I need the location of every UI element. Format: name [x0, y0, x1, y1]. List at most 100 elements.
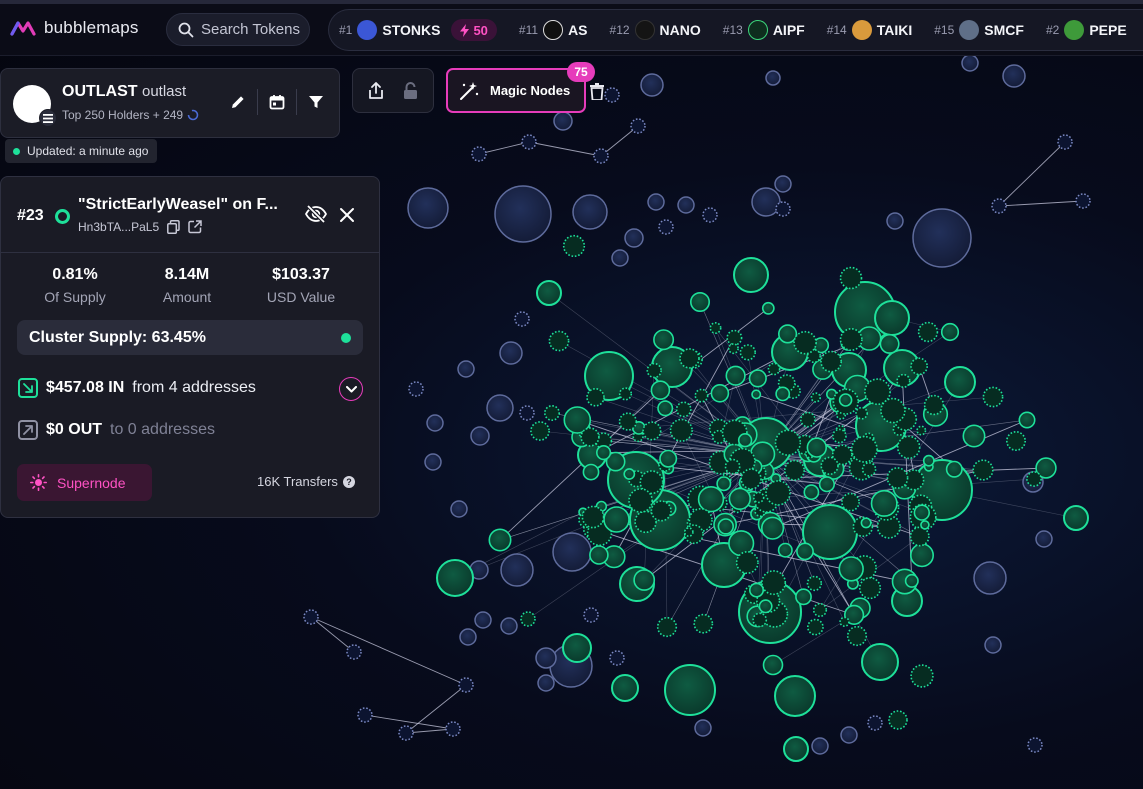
holder-bubble-cluster[interactable]: [760, 516, 785, 540]
calendar-button[interactable]: [264, 89, 290, 115]
holder-bubble-cluster[interactable]: [664, 664, 716, 716]
holder-bubble-cluster[interactable]: [748, 582, 764, 598]
holder-bubble-cluster[interactable]: [758, 599, 773, 614]
holder-bubble-cluster[interactable]: [806, 575, 823, 592]
holder-bubble-cluster[interactable]: [725, 365, 746, 386]
ticker-item-smcf[interactable]: #15 SMCF: [934, 20, 1024, 40]
holder-bubble-cluster[interactable]: [913, 504, 930, 521]
holder-bubble-cluster[interactable]: [904, 573, 919, 588]
holder-bubble-cluster[interactable]: [642, 421, 662, 441]
holder-bubble-cluster[interactable]: [910, 357, 929, 376]
holder-bubble-cluster[interactable]: [728, 530, 755, 557]
holder-bubble-cluster[interactable]: [562, 633, 592, 663]
holder-bubble[interactable]: [583, 607, 599, 623]
holder-bubble[interactable]: [494, 185, 552, 243]
holder-bubble[interactable]: [514, 311, 530, 327]
holder-bubble-cluster[interactable]: [774, 675, 816, 717]
holder-bubble[interactable]: [426, 414, 444, 432]
holder-bubble[interactable]: [984, 636, 1002, 654]
holder-bubble-cluster[interactable]: [628, 488, 654, 513]
holder-bubble-cluster[interactable]: [709, 321, 722, 334]
holder-bubble[interactable]: [535, 647, 557, 669]
holder-bubble[interactable]: [471, 146, 487, 162]
holder-bubble[interactable]: [774, 175, 792, 193]
holder-bubble[interactable]: [521, 134, 537, 150]
holder-bubble[interactable]: [459, 628, 477, 646]
holder-bubble-cluster[interactable]: [618, 387, 633, 401]
holder-bubble-cluster[interactable]: [683, 527, 694, 537]
holder-bubble-cluster[interactable]: [909, 543, 934, 568]
holder-bubble[interactable]: [640, 73, 664, 97]
holder-bubble-cluster[interactable]: [795, 588, 812, 606]
holder-bubble-cluster[interactable]: [752, 612, 768, 628]
holder-bubble-cluster[interactable]: [806, 437, 827, 458]
holder-bubble[interactable]: [1002, 64, 1026, 88]
holder-bubble-cluster[interactable]: [586, 387, 605, 407]
holder-bubble-cluster[interactable]: [1026, 471, 1042, 487]
holder-bubble-cluster[interactable]: [896, 435, 921, 460]
holder-bubble-cluster[interactable]: [909, 526, 930, 547]
holder-bubble-cluster[interactable]: [812, 602, 828, 618]
holder-bubble[interactable]: [886, 212, 904, 230]
holder-bubble-cluster[interactable]: [697, 486, 725, 513]
holder-bubble[interactable]: [1035, 530, 1053, 548]
holder-bubble[interactable]: [408, 381, 424, 397]
filter-button[interactable]: [303, 89, 329, 115]
copy-icon[interactable]: [167, 220, 180, 234]
holder-bubble-cluster[interactable]: [543, 404, 560, 421]
holder-bubble-cluster[interactable]: [860, 517, 872, 529]
holder-bubble[interactable]: [702, 207, 718, 223]
holder-bubble-cluster[interactable]: [807, 618, 824, 636]
holder-bubble-cluster[interactable]: [765, 480, 791, 506]
supernode-button[interactable]: Supernode: [17, 464, 152, 501]
holder-bubble-cluster[interactable]: [595, 445, 612, 461]
holder-bubble-cluster[interactable]: [774, 429, 802, 456]
ticker-item-aipf[interactable]: #13 AIPF: [723, 20, 805, 40]
holder-bubble-cluster[interactable]: [796, 542, 814, 561]
holder-bubble-cluster[interactable]: [633, 569, 656, 591]
holder-bubble-cluster[interactable]: [740, 468, 762, 490]
holder-bubble-cluster[interactable]: [694, 388, 709, 403]
holder-bubble-cluster[interactable]: [896, 373, 911, 389]
holder-bubble[interactable]: [611, 249, 629, 267]
holder-bubble-cluster[interactable]: [777, 542, 793, 558]
holder-bubble-cluster[interactable]: [775, 386, 791, 402]
holder-bubble-cluster[interactable]: [850, 435, 878, 463]
holder-bubble-cluster[interactable]: [874, 300, 910, 336]
holder-bubble[interactable]: [457, 360, 475, 378]
holder-bubble[interactable]: [445, 721, 461, 737]
holder-bubble[interactable]: [346, 644, 362, 660]
holder-bubble-cluster[interactable]: [739, 344, 756, 361]
holder-bubble[interactable]: [303, 609, 319, 625]
holder-bubble-cluster[interactable]: [728, 487, 751, 510]
holder-bubble[interactable]: [1057, 134, 1073, 150]
holder-bubble-cluster[interactable]: [910, 664, 934, 688]
holder-bubble-cluster[interactable]: [580, 427, 600, 447]
holder-bubble[interactable]: [840, 726, 858, 744]
holder-bubble-cluster[interactable]: [693, 613, 714, 634]
holder-bubble-cluster[interactable]: [879, 333, 900, 354]
holder-bubble[interactable]: [677, 196, 695, 214]
holder-bubble-cluster[interactable]: [603, 506, 630, 533]
holder-bubble[interactable]: [407, 187, 449, 229]
holder-bubble-cluster[interactable]: [751, 389, 762, 400]
external-link-icon[interactable]: [188, 220, 202, 234]
delete-magic-nodes-button[interactable]: [586, 80, 608, 102]
holder-bubble[interactable]: [912, 208, 972, 268]
holder-bubble[interactable]: [751, 187, 781, 217]
holder-bubble-cluster[interactable]: [793, 330, 817, 355]
holder-bubble[interactable]: [553, 111, 573, 131]
holder-bubble-cluster[interactable]: [803, 484, 820, 501]
holder-bubble-cluster[interactable]: [581, 505, 605, 529]
holder-bubble-cluster[interactable]: [752, 491, 765, 504]
holder-bubble-cluster[interactable]: [832, 428, 847, 444]
holder-bubble-cluster[interactable]: [800, 411, 816, 428]
holder-bubble[interactable]: [1027, 737, 1043, 753]
ticker-item-nano[interactable]: #12 NANO: [610, 20, 701, 40]
holder-bubble-cluster[interactable]: [861, 643, 899, 681]
holder-bubble-cluster[interactable]: [761, 301, 775, 315]
holder-bubble-cluster[interactable]: [733, 257, 769, 293]
holder-bubble[interactable]: [624, 228, 644, 248]
ticker-item-taiki[interactable]: #14 TAIKI: [827, 20, 912, 40]
holder-bubble-cluster[interactable]: [888, 710, 908, 730]
